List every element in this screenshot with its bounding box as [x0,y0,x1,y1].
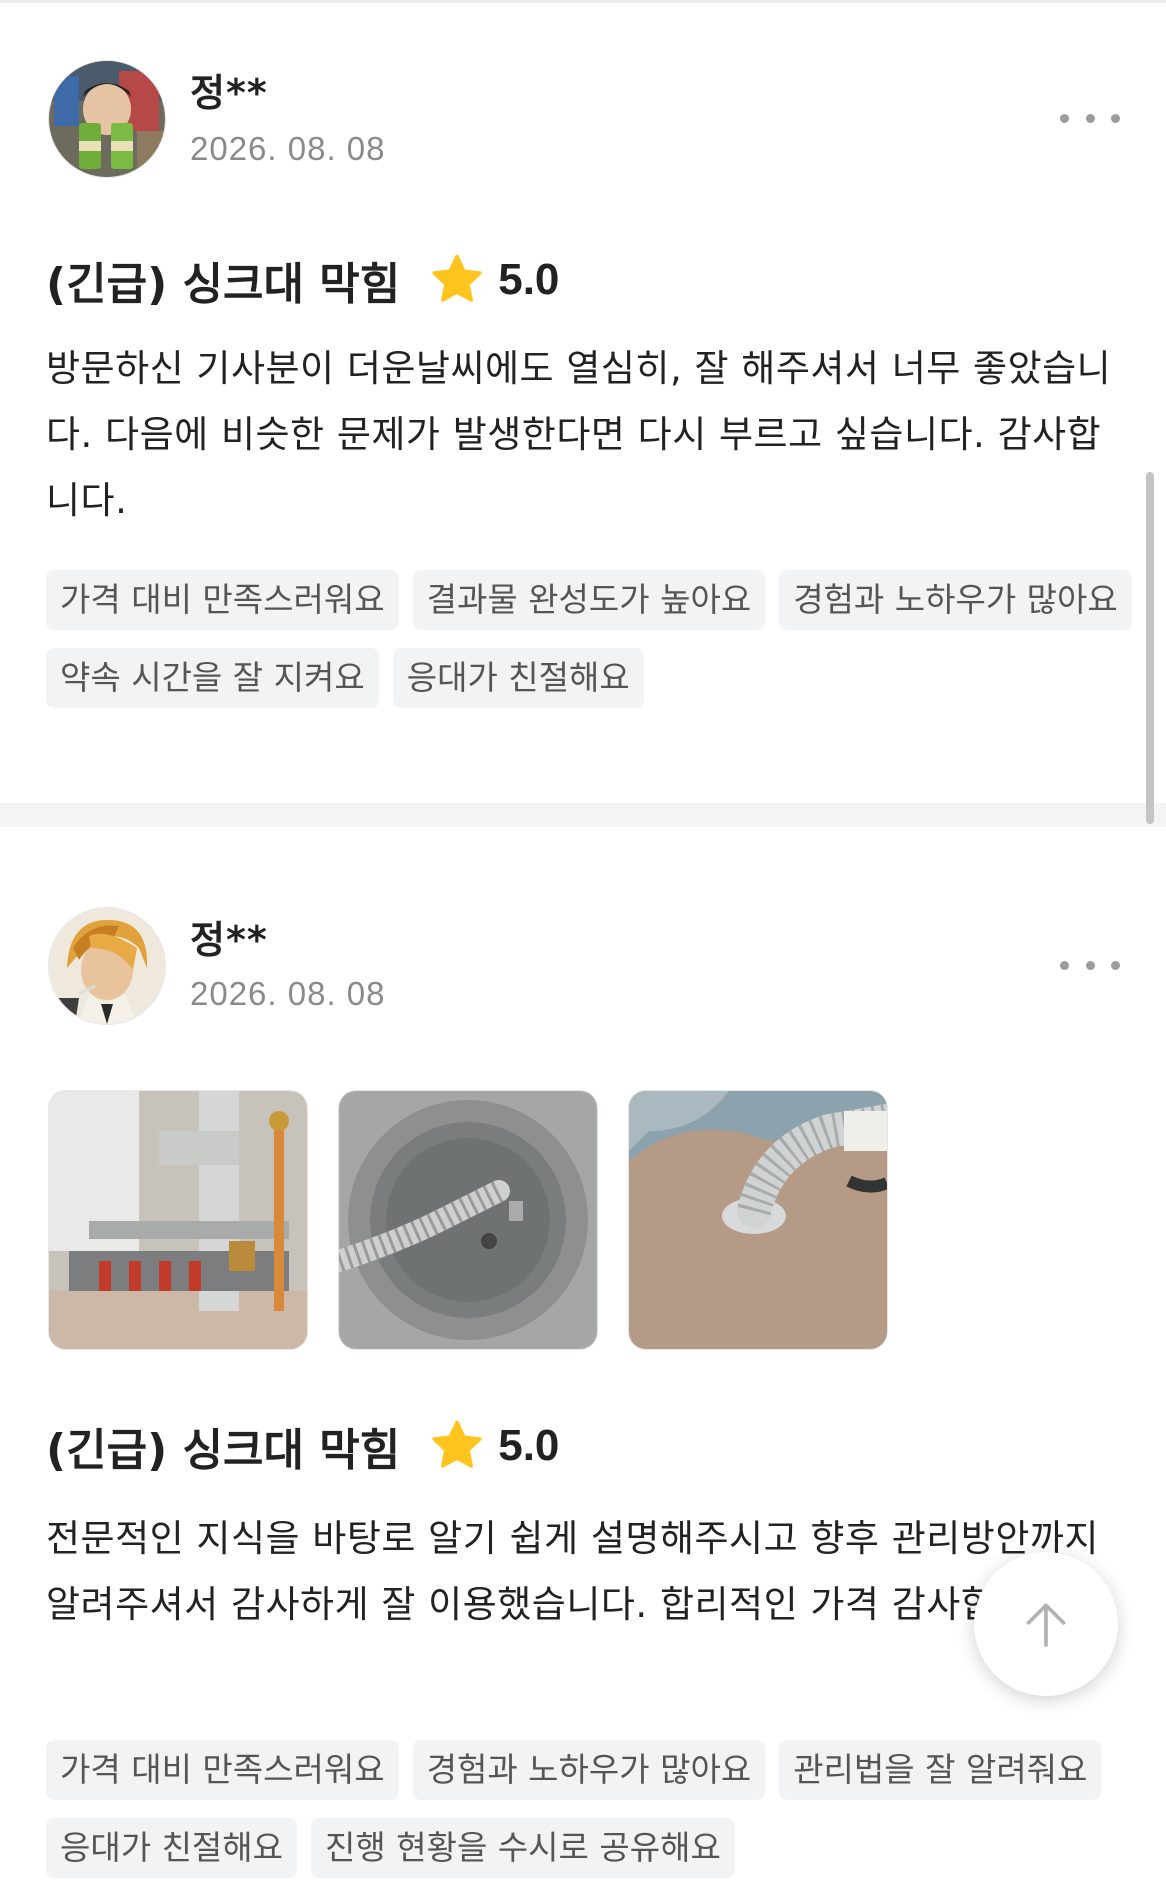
avatar-image [49,908,165,1024]
review-tags: 가격 대비 만족스러워요 결과물 완성도가 높아요 경험과 노하우가 많아요 약… [46,570,1136,708]
review-card: 정** 2026. 08. 08 (긴급) 싱크대 막힘 5.0 방문하신 기사… [0,0,1166,803]
photo-pipes [49,1091,307,1349]
review-tags: 가격 대비 만족스러워요 경험과 노하우가 많아요 관리법을 잘 알려줘요 응대… [46,1740,1136,1878]
review-date: 2026. 08. 08 [190,130,386,167]
review-tag: 경험과 노하우가 많아요 [779,570,1132,630]
avatar-image [49,61,165,177]
review-tag: 관리법을 잘 알려줘요 [779,1740,1102,1800]
review-photo[interactable] [48,1090,308,1350]
review-tag: 가격 대비 만족스러워요 [46,1740,399,1800]
more-options-dot [1085,113,1095,123]
review-tag: 응대가 친절해요 [392,648,644,708]
more-options-icon [1060,960,1069,970]
arrow-up-icon [1026,1603,1066,1647]
review-photos [48,1090,888,1350]
review-text: 방문하신 기사분이 더운날씨에도 열심히, 잘 해주셔서 너무 좋았습니다. 다… [46,347,1112,522]
more-options-icon [1060,113,1069,123]
photo-drain-hose [629,1091,887,1349]
review-tag: 가격 대비 만족스러워요 [46,570,399,630]
review-tag: 응대가 친절해요 [46,1818,298,1878]
more-options-dot [1085,960,1095,970]
reviewer-name: 정** [190,918,268,962]
review-title: (긴급) 싱크대 막힘 [46,1425,401,1476]
avatar[interactable] [48,907,166,1025]
more-options-button[interactable] [1060,98,1120,138]
avatar[interactable] [48,60,166,178]
more-options-button[interactable] [1060,945,1120,985]
review-divider [0,803,1166,827]
photo-sink-drain [339,1091,597,1349]
review-photo[interactable] [338,1090,598,1350]
review-tag: 결과물 완성도가 높아요 [412,570,766,630]
scrollbar[interactable] [1146,472,1154,824]
review-tag: 약속 시간을 잘 지켜요 [46,648,379,708]
scroll-to-top-button[interactable] [974,1552,1118,1696]
review-card: 정** 2026. 08. 08 [0,827,1166,1892]
review-tag: 진행 현황을 수시로 공유해요 [311,1818,735,1878]
review-text: 전문적인 지식을 바탕로 알기 쉽게 설명해주시고 향후 관리방안까지 알려주셔… [46,1517,1099,1626]
rating-value: 5.0 [498,255,560,304]
more-options-dot [1111,960,1120,970]
review-tag: 경험과 노하우가 많아요 [412,1740,766,1800]
review-title: (긴급) 싱크대 막힘 [46,259,401,310]
review-photo[interactable] [628,1090,888,1350]
more-options-dot [1111,113,1120,123]
star-icon [432,1420,482,1468]
star-icon [432,254,482,302]
rating-value: 5.0 [498,1421,560,1470]
review-title-row: (긴급) 싱크대 막힘 5.0 [46,1416,559,1476]
review-title-row: (긴급) 싱크대 막힘 5.0 [46,250,559,310]
review-date: 2026. 08. 08 [190,975,386,1012]
reviewer-name: 정** [190,71,268,115]
